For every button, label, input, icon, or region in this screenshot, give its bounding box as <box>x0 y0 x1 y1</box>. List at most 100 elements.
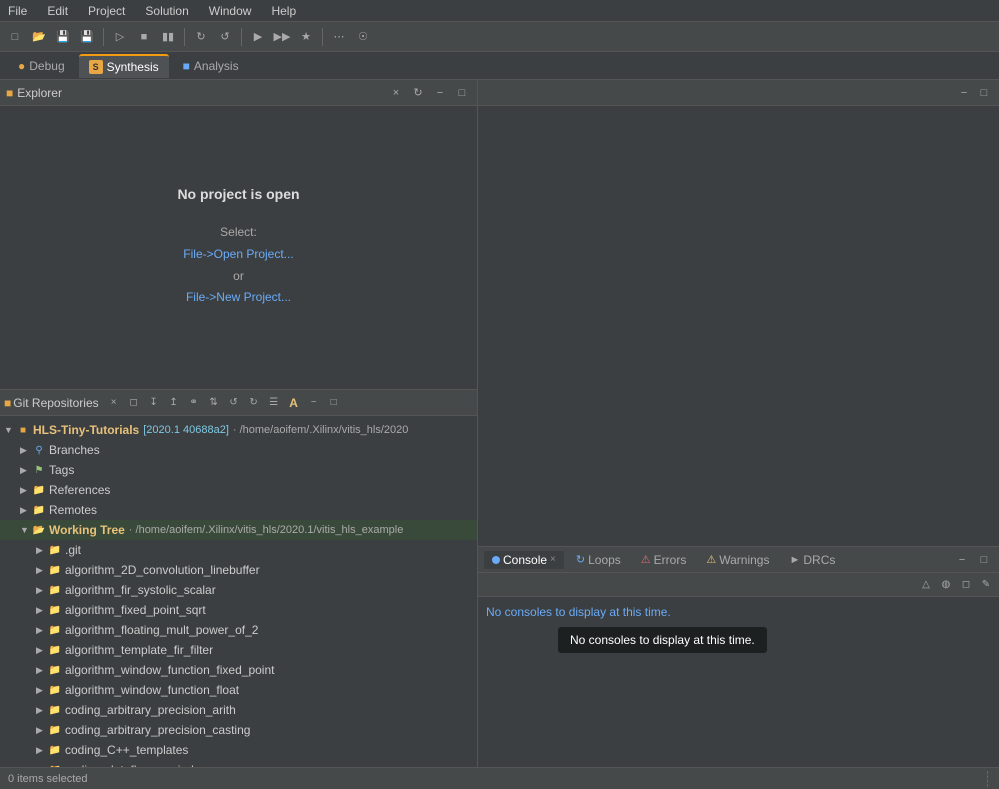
tree-item-10[interactable]: ▶ 📁 coding_C++_templates <box>0 740 477 760</box>
console-header: Console × ↻ Loops ⚠ Errors ⚠ Warnings ► <box>478 547 999 573</box>
statusbar-text: 0 items selected <box>8 773 87 785</box>
git-repo-item[interactable]: ▼ ■ HLS-Tiny-Tutorials [2020.1 40688a2] … <box>0 420 477 440</box>
main-layout: ■ Explorer × ↻ − □ No project is open Se… <box>0 80 999 767</box>
git-btn8[interactable]: ☰ <box>265 394 283 412</box>
git-minimize-btn[interactable]: − <box>305 394 323 412</box>
console-toolbar-btn2[interactable]: ◍ <box>937 576 955 594</box>
git-btn1[interactable]: ◻ <box>125 394 143 412</box>
git-btn9[interactable]: A <box>285 394 303 412</box>
toolbar-new-btn[interactable]: □ <box>4 26 26 48</box>
tree-item-9[interactable]: ▶ 📁 coding_arbitrary_precision_casting <box>0 720 477 740</box>
menu-project[interactable]: Project <box>84 4 129 18</box>
toolbar-btn6[interactable]: ▶ <box>247 26 269 48</box>
item5-label: algorithm_template_fir_filter <box>65 643 213 657</box>
toolbar-btn5[interactable]: ↺ <box>214 26 236 48</box>
menu-help[interactable]: Help <box>267 4 300 18</box>
git-btn7[interactable]: ↻ <box>245 394 263 412</box>
editor-minimize-btn[interactable]: − <box>955 84 973 102</box>
tab-analysis[interactable]: ■ Analysis <box>173 55 249 77</box>
toolbar-btn10[interactable]: ☉ <box>352 26 374 48</box>
git-btn4[interactable]: ⚭ <box>185 394 203 412</box>
tree-item-6[interactable]: ▶ 📁 algorithm_window_function_fixed_poin… <box>0 660 477 680</box>
git-working-tree-item[interactable]: ▼ 📂 Working Tree · /home/aoifem/.Xilinx/… <box>0 520 477 540</box>
toolbar-save-btn[interactable]: 💾 <box>52 26 74 48</box>
explorer-minimize-btn[interactable]: − <box>431 84 449 102</box>
open-project-link[interactable]: File->Open Project... <box>183 247 293 261</box>
explorer-maximize-btn[interactable]: □ <box>453 84 471 102</box>
toolbar-btn7[interactable]: ▶▶ <box>271 26 293 48</box>
repo-name: HLS-Tiny-Tutorials <box>33 423 139 437</box>
console-toolbar-btn1[interactable]: △ <box>917 576 935 594</box>
item8-icon: 📁 <box>48 703 62 717</box>
toolbar-btn1[interactable]: ▷ <box>109 26 131 48</box>
git-dot-git-item[interactable]: ▶ 📁 .git <box>0 540 477 560</box>
menu-window[interactable]: Window <box>205 4 256 18</box>
git-btn6[interactable]: ↺ <box>225 394 243 412</box>
console-tab-drcs[interactable]: ► DRCs <box>781 551 843 569</box>
tree-item-5[interactable]: ▶ 📁 algorithm_template_fir_filter <box>0 640 477 660</box>
git-btn3[interactable]: ↥ <box>165 394 183 412</box>
git-header: ■ Git Repositories × ◻ ↧ ↥ ⚭ ⇅ ↺ ↻ ☰ A −… <box>0 390 477 416</box>
explorer-refresh-btn[interactable]: ↻ <box>409 84 427 102</box>
editor-maximize-btn[interactable]: □ <box>975 84 993 102</box>
tree-item-2[interactable]: ▶ 📁 algorithm_fir_systolic_scalar <box>0 580 477 600</box>
console-maximize-btn[interactable]: □ <box>975 551 993 569</box>
git-btn2[interactable]: ↧ <box>145 394 163 412</box>
menu-edit[interactable]: Edit <box>43 4 72 18</box>
tab-debug[interactable]: ● Debug <box>8 55 75 77</box>
item6-icon: 📁 <box>48 663 62 677</box>
new-project-link[interactable]: File->New Project... <box>186 290 291 304</box>
item2-icon: 📁 <box>48 583 62 597</box>
git-tags-item[interactable]: ▶ ⚑ Tags <box>0 460 477 480</box>
right-panel: − □ Console × ↻ Loops ⚠ Errors <box>478 80 999 767</box>
tree-item-1[interactable]: ▶ 📁 algorithm_2D_convolution_linebuffer <box>0 560 477 580</box>
git-maximize-btn[interactable]: □ <box>325 394 343 412</box>
tab-synthesis[interactable]: S Synthesis <box>79 54 169 78</box>
main-toolbar: □ 📂 💾 💾 ▷ ■ ▮▮ ↻ ↺ ▶ ▶▶ ★ ⋯ ☉ <box>0 22 999 52</box>
toolbar-btn2[interactable]: ■ <box>133 26 155 48</box>
console-tab-close-btn[interactable]: × <box>550 554 556 565</box>
console-message: No consoles to display at this time. <box>486 605 991 619</box>
toolbar-open-btn[interactable]: 📂 <box>28 26 50 48</box>
explorer-close-btn[interactable]: × <box>387 84 405 102</box>
toolbar-btn8[interactable]: ★ <box>295 26 317 48</box>
console-tab-loops[interactable]: ↻ Loops <box>568 551 629 569</box>
git-branches-item[interactable]: ▶ ⚲ Branches <box>0 440 477 460</box>
git-remotes-item[interactable]: ▶ 📁 Remotes <box>0 500 477 520</box>
explorer-content: No project is open Select: File->Open Pr… <box>0 106 477 389</box>
toolbar-btn9[interactable]: ⋯ <box>328 26 350 48</box>
item9-arrow-icon: ▶ <box>36 725 48 736</box>
git-btn5[interactable]: ⇅ <box>205 394 223 412</box>
tree-item-7[interactable]: ▶ 📁 algorithm_window_function_float <box>0 680 477 700</box>
drcs-icon: ► <box>789 554 800 566</box>
git-tree: ▼ ■ HLS-Tiny-Tutorials [2020.1 40688a2] … <box>0 416 477 767</box>
console-tab-console[interactable]: Console × <box>484 551 564 569</box>
tree-item-4[interactable]: ▶ 📁 algorithm_floating_mult_power_of_2 <box>0 620 477 640</box>
tree-item-11[interactable]: ▶ 📁 coding_dataflow_rewind <box>0 760 477 767</box>
item11-label: coding_dataflow_rewind <box>65 763 194 767</box>
console-tab-warnings[interactable]: ⚠ Warnings <box>698 551 777 569</box>
references-icon: 📁 <box>32 483 46 497</box>
explorer-header: ■ Explorer × ↻ − □ <box>0 80 477 106</box>
references-arrow-icon: ▶ <box>20 485 32 496</box>
menu-solution[interactable]: Solution <box>141 4 192 18</box>
item3-icon: 📁 <box>48 603 62 617</box>
remotes-label: Remotes <box>49 503 97 517</box>
working-tree-label: Working Tree <box>49 523 125 537</box>
console-minimize-btn[interactable]: − <box>953 551 971 569</box>
git-btn-close[interactable]: × <box>105 394 123 412</box>
perspective-tabs: ● Debug S Synthesis ■ Analysis <box>0 52 999 80</box>
menu-file[interactable]: File <box>4 4 31 18</box>
console-tab-errors[interactable]: ⚠ Errors <box>633 551 695 569</box>
toolbar-btn4[interactable]: ↻ <box>190 26 212 48</box>
console-toolbar-btn4[interactable]: ✎ <box>977 576 995 594</box>
toolbar-saveall-btn[interactable]: 💾 <box>76 26 98 48</box>
menubar: File Edit Project Solution Window Help <box>0 0 999 22</box>
tree-item-3[interactable]: ▶ 📁 algorithm_fixed_point_sqrt <box>0 600 477 620</box>
repo-path: · /home/aoifem/.Xilinx/vitis_hls/2020 <box>233 424 408 436</box>
toolbar-btn3[interactable]: ▮▮ <box>157 26 179 48</box>
tree-item-8[interactable]: ▶ 📁 coding_arbitrary_precision_arith <box>0 700 477 720</box>
git-references-item[interactable]: ▶ 📁 References <box>0 480 477 500</box>
console-toolbar-btn3[interactable]: ◻ <box>957 576 975 594</box>
item4-arrow-icon: ▶ <box>36 625 48 636</box>
